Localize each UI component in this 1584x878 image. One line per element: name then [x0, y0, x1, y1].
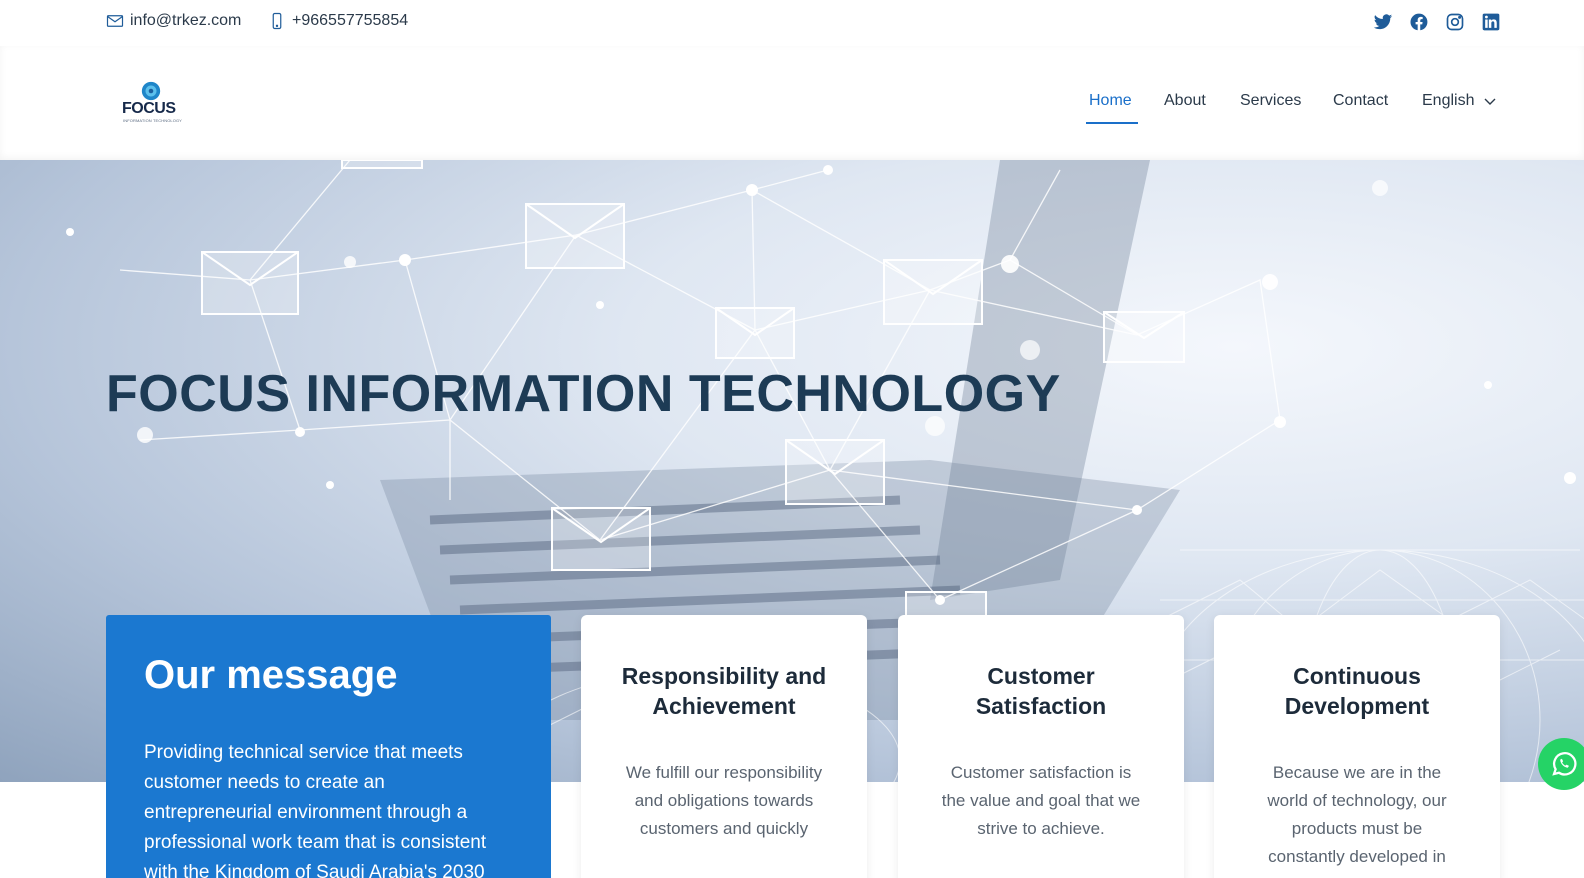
value-card-text: Because we are in the world of technolog…: [1267, 763, 1447, 866]
mail-icon: [106, 15, 124, 27]
nav-language[interactable]: English: [1422, 92, 1474, 110]
phone-text: +966557755854: [292, 12, 409, 29]
our-message-card: Our message Providing technical service …: [106, 615, 551, 878]
chevron-down-icon: [1484, 98, 1496, 105]
nav-home[interactable]: Home: [1089, 92, 1132, 110]
facebook-icon[interactable]: [1408, 11, 1430, 33]
nav-services[interactable]: Services: [1240, 92, 1301, 110]
hero-title: FOCUS INFORMATION TECHNOLOGY: [106, 365, 1061, 423]
whatsapp-button[interactable]: [1538, 738, 1584, 790]
nav-contact[interactable]: Contact: [1333, 92, 1388, 110]
email-contact[interactable]: info@trkez.com: [106, 12, 241, 30]
linkedin-icon[interactable]: [1480, 11, 1502, 33]
value-card-text: We fulfill our responsibility and obliga…: [625, 763, 823, 838]
email-text: info@trkez.com: [130, 12, 242, 29]
top-bar: info@trkez.com +966557755854: [0, 0, 1584, 46]
our-message-text: Providing technical service that meets c…: [144, 742, 487, 878]
logo-mark-icon: [141, 81, 161, 101]
nav-about[interactable]: About: [1164, 92, 1206, 110]
our-message-title: Our message: [144, 653, 398, 697]
value-card-text: Customer satisfaction is the value and g…: [941, 763, 1141, 838]
value-card-title: Continuous Development: [1284, 663, 1430, 719]
value-card-responsibility: Responsibility and Achievement We fulfil…: [581, 615, 867, 878]
value-card-satisfaction: Customer Satisfaction Customer satisfact…: [898, 615, 1184, 878]
logo[interactable]: FOCUS INFORMATION TECHNOLOGY: [120, 80, 182, 126]
twitter-icon[interactable]: [1372, 11, 1394, 33]
logo-word: FOCUS: [122, 100, 176, 117]
value-card-title: Customer Satisfaction: [975, 663, 1107, 719]
instagram-icon[interactable]: [1444, 11, 1466, 33]
whatsapp-icon: [1552, 752, 1577, 776]
main-header: FOCUS INFORMATION TECHNOLOGY Home About …: [0, 46, 1584, 160]
phone-icon: [272, 12, 282, 30]
value-card-development: Continuous Development Because we are in…: [1214, 615, 1500, 878]
nav-active-underline: [1086, 122, 1138, 124]
logo-subtitle: INFORMATION TECHNOLOGY: [123, 118, 182, 123]
phone-contact[interactable]: +966557755854: [268, 12, 408, 30]
value-card-title: Responsibility and Achievement: [621, 663, 827, 719]
